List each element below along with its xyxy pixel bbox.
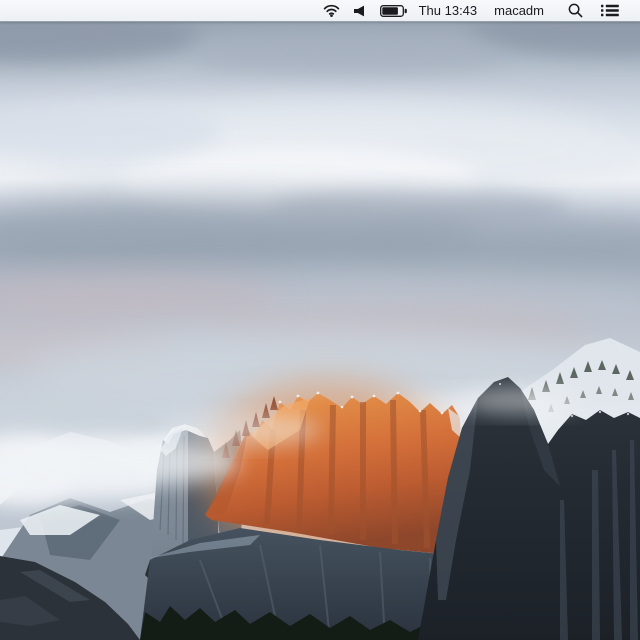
- volume-icon: [354, 5, 365, 17]
- desktop[interactable]: Thu 13:43 macadm: [0, 0, 640, 640]
- battery-icon: [380, 5, 407, 17]
- notification-center-icon: [601, 4, 619, 17]
- spotlight-menu-extra[interactable]: [568, 0, 583, 22]
- volume-menu-extra[interactable]: [354, 0, 365, 22]
- clock-menu-extra[interactable]: Thu 13:43: [419, 0, 478, 22]
- menu-bar-username: macadm: [494, 0, 544, 22]
- wifi-icon: [323, 4, 340, 17]
- spotlight-search-icon: [568, 3, 583, 18]
- menu-bar: Thu 13:43 macadm: [0, 0, 640, 22]
- menu-bar-clock: Thu 13:43: [419, 0, 478, 22]
- wifi-menu-extra[interactable]: [323, 0, 340, 22]
- battery-menu-extra[interactable]: [380, 0, 407, 22]
- wallpaper-image: [0, 0, 640, 640]
- notification-center-menu-extra[interactable]: [601, 0, 619, 22]
- user-menu-extra[interactable]: macadm: [494, 0, 544, 22]
